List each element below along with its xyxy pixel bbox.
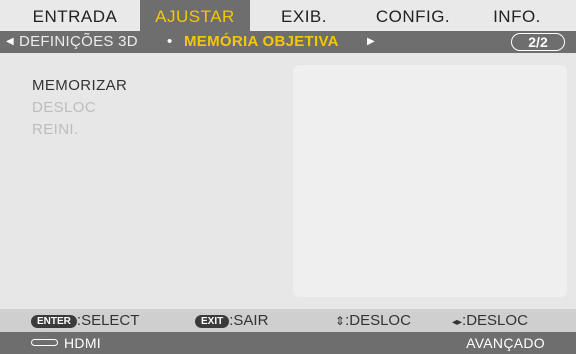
tab-ajustar[interactable]: AJUSTAR — [140, 0, 250, 31]
help-exit-text: :SAIR — [229, 312, 269, 329]
status-bar: HDMI AVANÇADO — [0, 332, 576, 354]
hdmi-connector-icon — [31, 339, 58, 346]
input-source: HDMI — [64, 335, 101, 351]
enter-key-icon: ENTER — [31, 315, 77, 328]
menu-content: MEMORIZAR DESLOC REINI. — [0, 53, 576, 309]
help-leftright-text: :DESLOC — [462, 312, 528, 329]
left-right-arrow-icon: ◂▸ — [452, 317, 463, 328]
help-updown-text: :DESLOC — [345, 312, 411, 329]
menu-item-reini: REINI. — [32, 121, 79, 138]
breadcrumb: ◀ DEFINIÇÕES 3D • MEMÓRIA OBJETIVA ▶ 2/2 — [0, 31, 576, 53]
breadcrumb-current[interactable]: MEMÓRIA OBJETIVA — [184, 31, 339, 53]
up-down-arrow-icon: ⇕ — [335, 314, 346, 328]
menu-mode: AVANÇADO — [466, 335, 545, 351]
help-exit: EXIT:SAIR — [195, 309, 268, 332]
help-enter: ENTER:SELECT — [31, 309, 139, 332]
projector-osd-menu: ENTRADA AJUSTAR EXIB. CONFIG. INFO. ◀ DE… — [0, 0, 576, 354]
preview-panel — [293, 65, 567, 297]
exit-key-icon: EXIT — [195, 315, 230, 328]
tab-info[interactable]: INFO. — [472, 0, 562, 31]
left-arrow-icon[interactable]: ◀ — [6, 31, 14, 53]
help-updown: ⇕:DESLOC — [335, 309, 411, 333]
tab-exib[interactable]: EXIB. — [256, 0, 352, 31]
page-indicator: 2/2 — [511, 33, 565, 51]
top-tab-bar: ENTRADA AJUSTAR EXIB. CONFIG. INFO. — [0, 0, 576, 31]
help-bar: ENTER:SELECT EXIT:SAIR ⇕:DESLOC ◂▸:DESLO… — [0, 309, 576, 332]
menu-item-desloc: DESLOC — [32, 99, 97, 116]
menu-item-memorizar[interactable]: MEMORIZAR — [32, 77, 127, 94]
right-arrow-icon[interactable]: ▶ — [367, 31, 375, 53]
help-leftright: ◂▸:DESLOC — [452, 309, 528, 334]
tab-entrada[interactable]: ENTRADA — [20, 0, 130, 31]
tab-config[interactable]: CONFIG. — [358, 0, 468, 31]
breadcrumb-separator: • — [167, 33, 173, 50]
help-enter-text: :SELECT — [76, 312, 140, 329]
breadcrumb-parent[interactable]: DEFINIÇÕES 3D — [19, 31, 138, 53]
